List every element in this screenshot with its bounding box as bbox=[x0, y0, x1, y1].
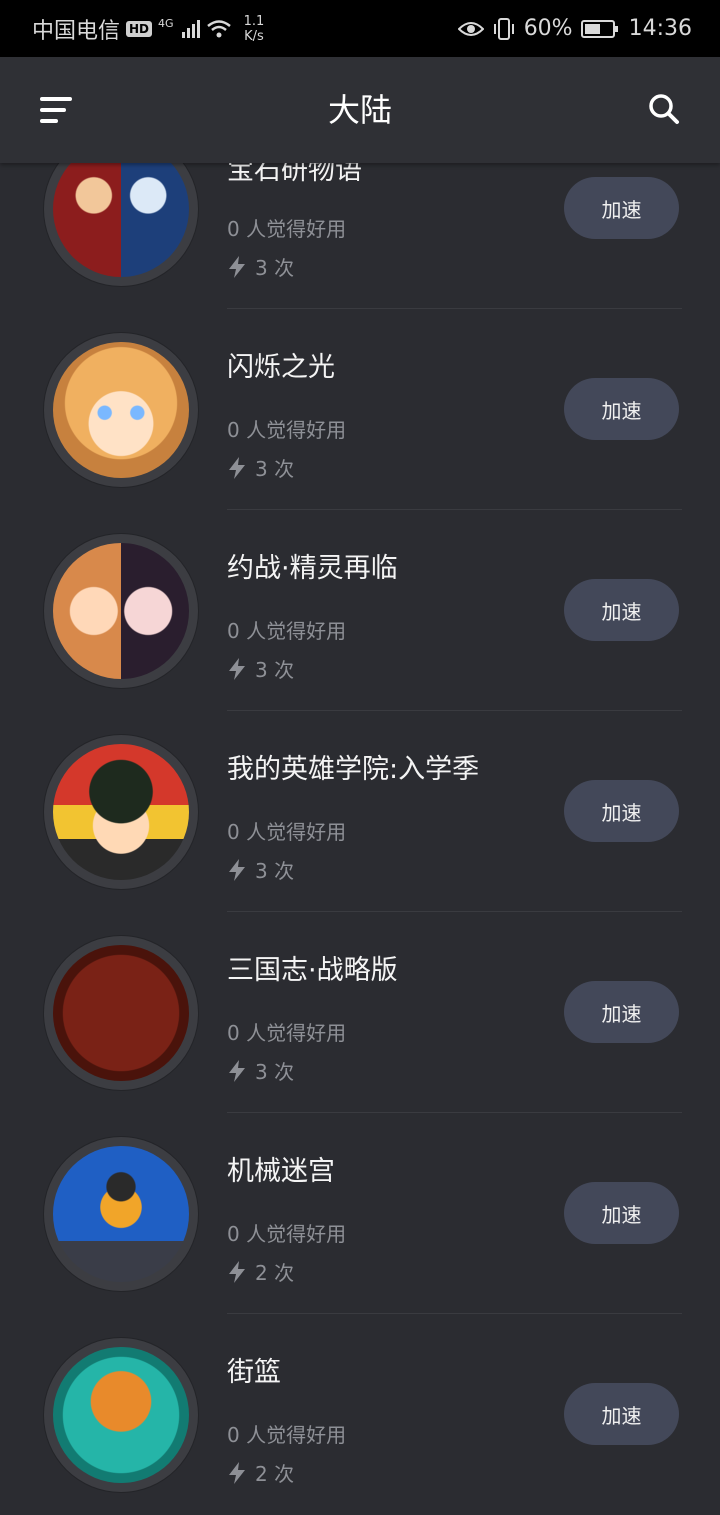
game-avatar bbox=[44, 333, 198, 487]
signal-icon bbox=[181, 19, 200, 38]
accelerate-button[interactable]: 加速 bbox=[564, 1182, 679, 1244]
carrier-label: 中国电信 bbox=[32, 18, 121, 44]
accelerate-button[interactable]: 加速 bbox=[564, 981, 679, 1043]
lightning-icon bbox=[229, 456, 245, 479]
status-bar: 中国电信 HD 4G 1.1 K/s 60% 14:36 bbox=[0, 0, 720, 57]
game-rating: 0 人觉得好用 bbox=[227, 1423, 347, 1447]
list-item[interactable]: 约战·精灵再临 0 人觉得好用 3 次 加速 bbox=[0, 510, 720, 711]
game-name: 约战·精灵再临 bbox=[227, 553, 398, 584]
game-count: 2 次 bbox=[227, 1257, 294, 1286]
game-count-text: 3 次 bbox=[255, 859, 295, 883]
game-avatar bbox=[44, 936, 198, 1090]
game-name: 我的英雄学院:入学季 bbox=[227, 754, 480, 785]
game-count-text: 3 次 bbox=[255, 658, 295, 682]
game-count-text: 3 次 bbox=[255, 457, 295, 481]
list-item[interactable]: 我的英雄学院:入学季 0 人觉得好用 3 次 加速 bbox=[0, 711, 720, 912]
game-count: 3 次 bbox=[227, 252, 294, 281]
game-avatar bbox=[44, 1137, 198, 1291]
page-title: 大陆 bbox=[327, 91, 392, 129]
game-rating: 0 人觉得好用 bbox=[227, 619, 347, 643]
game-count: 3 次 bbox=[227, 1056, 294, 1085]
lightning-icon bbox=[229, 255, 245, 278]
game-count-text: 3 次 bbox=[255, 1060, 295, 1084]
search-icon[interactable] bbox=[648, 93, 680, 125]
game-avatar bbox=[44, 1338, 198, 1492]
hd-badge: HD bbox=[126, 20, 153, 37]
game-avatar bbox=[44, 534, 198, 688]
game-rating: 0 人觉得好用 bbox=[227, 820, 347, 844]
lightning-icon bbox=[229, 657, 245, 680]
game-list[interactable]: 宝石研物语 0 人觉得好用 3 次 加速 闪烁之光 0 人觉得好用 3 次 加速… bbox=[0, 0, 720, 1496]
speed-value: 1.1 bbox=[243, 13, 265, 29]
clock: 14:36 bbox=[628, 16, 692, 41]
game-count: 3 次 bbox=[227, 453, 294, 482]
accelerate-button[interactable]: 加速 bbox=[564, 1383, 679, 1445]
game-name: 机械迷宫 bbox=[227, 1156, 335, 1187]
speed-unit: K/s bbox=[244, 28, 264, 44]
game-rating: 0 人觉得好用 bbox=[227, 217, 347, 241]
lightning-icon bbox=[229, 858, 245, 881]
game-count: 3 次 bbox=[227, 654, 294, 683]
game-name: 街篮 bbox=[227, 1357, 281, 1388]
eye-icon bbox=[457, 21, 484, 36]
list-item[interactable]: 机械迷宫 0 人觉得好用 2 次 加速 bbox=[0, 1113, 720, 1314]
lightning-icon bbox=[229, 1260, 245, 1283]
accelerate-button[interactable]: 加速 bbox=[564, 780, 679, 842]
game-name: 闪烁之光 bbox=[227, 352, 335, 383]
lightning-icon bbox=[229, 1461, 245, 1484]
battery-percent: 60% bbox=[523, 16, 573, 41]
wifi-icon bbox=[206, 19, 231, 37]
game-count: 3 次 bbox=[227, 855, 294, 884]
game-count: 2 次 bbox=[227, 1458, 294, 1487]
game-count-text: 3 次 bbox=[255, 256, 295, 280]
game-rating: 0 人觉得好用 bbox=[227, 1021, 347, 1045]
battery-icon bbox=[580, 19, 618, 38]
list-item[interactable]: 街篮 0 人觉得好用 2 次 加速 bbox=[0, 1314, 720, 1515]
network-type: 4G bbox=[158, 17, 174, 30]
game-avatar bbox=[44, 735, 198, 889]
accelerate-button[interactable]: 加速 bbox=[564, 378, 679, 440]
accelerate-button[interactable]: 加速 bbox=[564, 579, 679, 641]
game-rating: 0 人觉得好用 bbox=[227, 1222, 347, 1246]
game-count-text: 2 次 bbox=[255, 1261, 295, 1285]
vibrate-icon bbox=[493, 17, 514, 40]
network-speed: 1.1 K/s bbox=[244, 14, 265, 44]
list-item[interactable]: 三国志·战略版 0 人觉得好用 3 次 加速 bbox=[0, 912, 720, 1113]
top-app-bar: 大陆 bbox=[0, 57, 720, 163]
accelerate-button[interactable]: 加速 bbox=[564, 177, 679, 239]
game-count-text: 2 次 bbox=[255, 1462, 295, 1486]
game-name: 三国志·战略版 bbox=[227, 955, 398, 986]
list-item[interactable]: 闪烁之光 0 人觉得好用 3 次 加速 bbox=[0, 309, 720, 510]
lightning-icon bbox=[229, 1059, 245, 1082]
game-rating: 0 人觉得好用 bbox=[227, 418, 347, 442]
